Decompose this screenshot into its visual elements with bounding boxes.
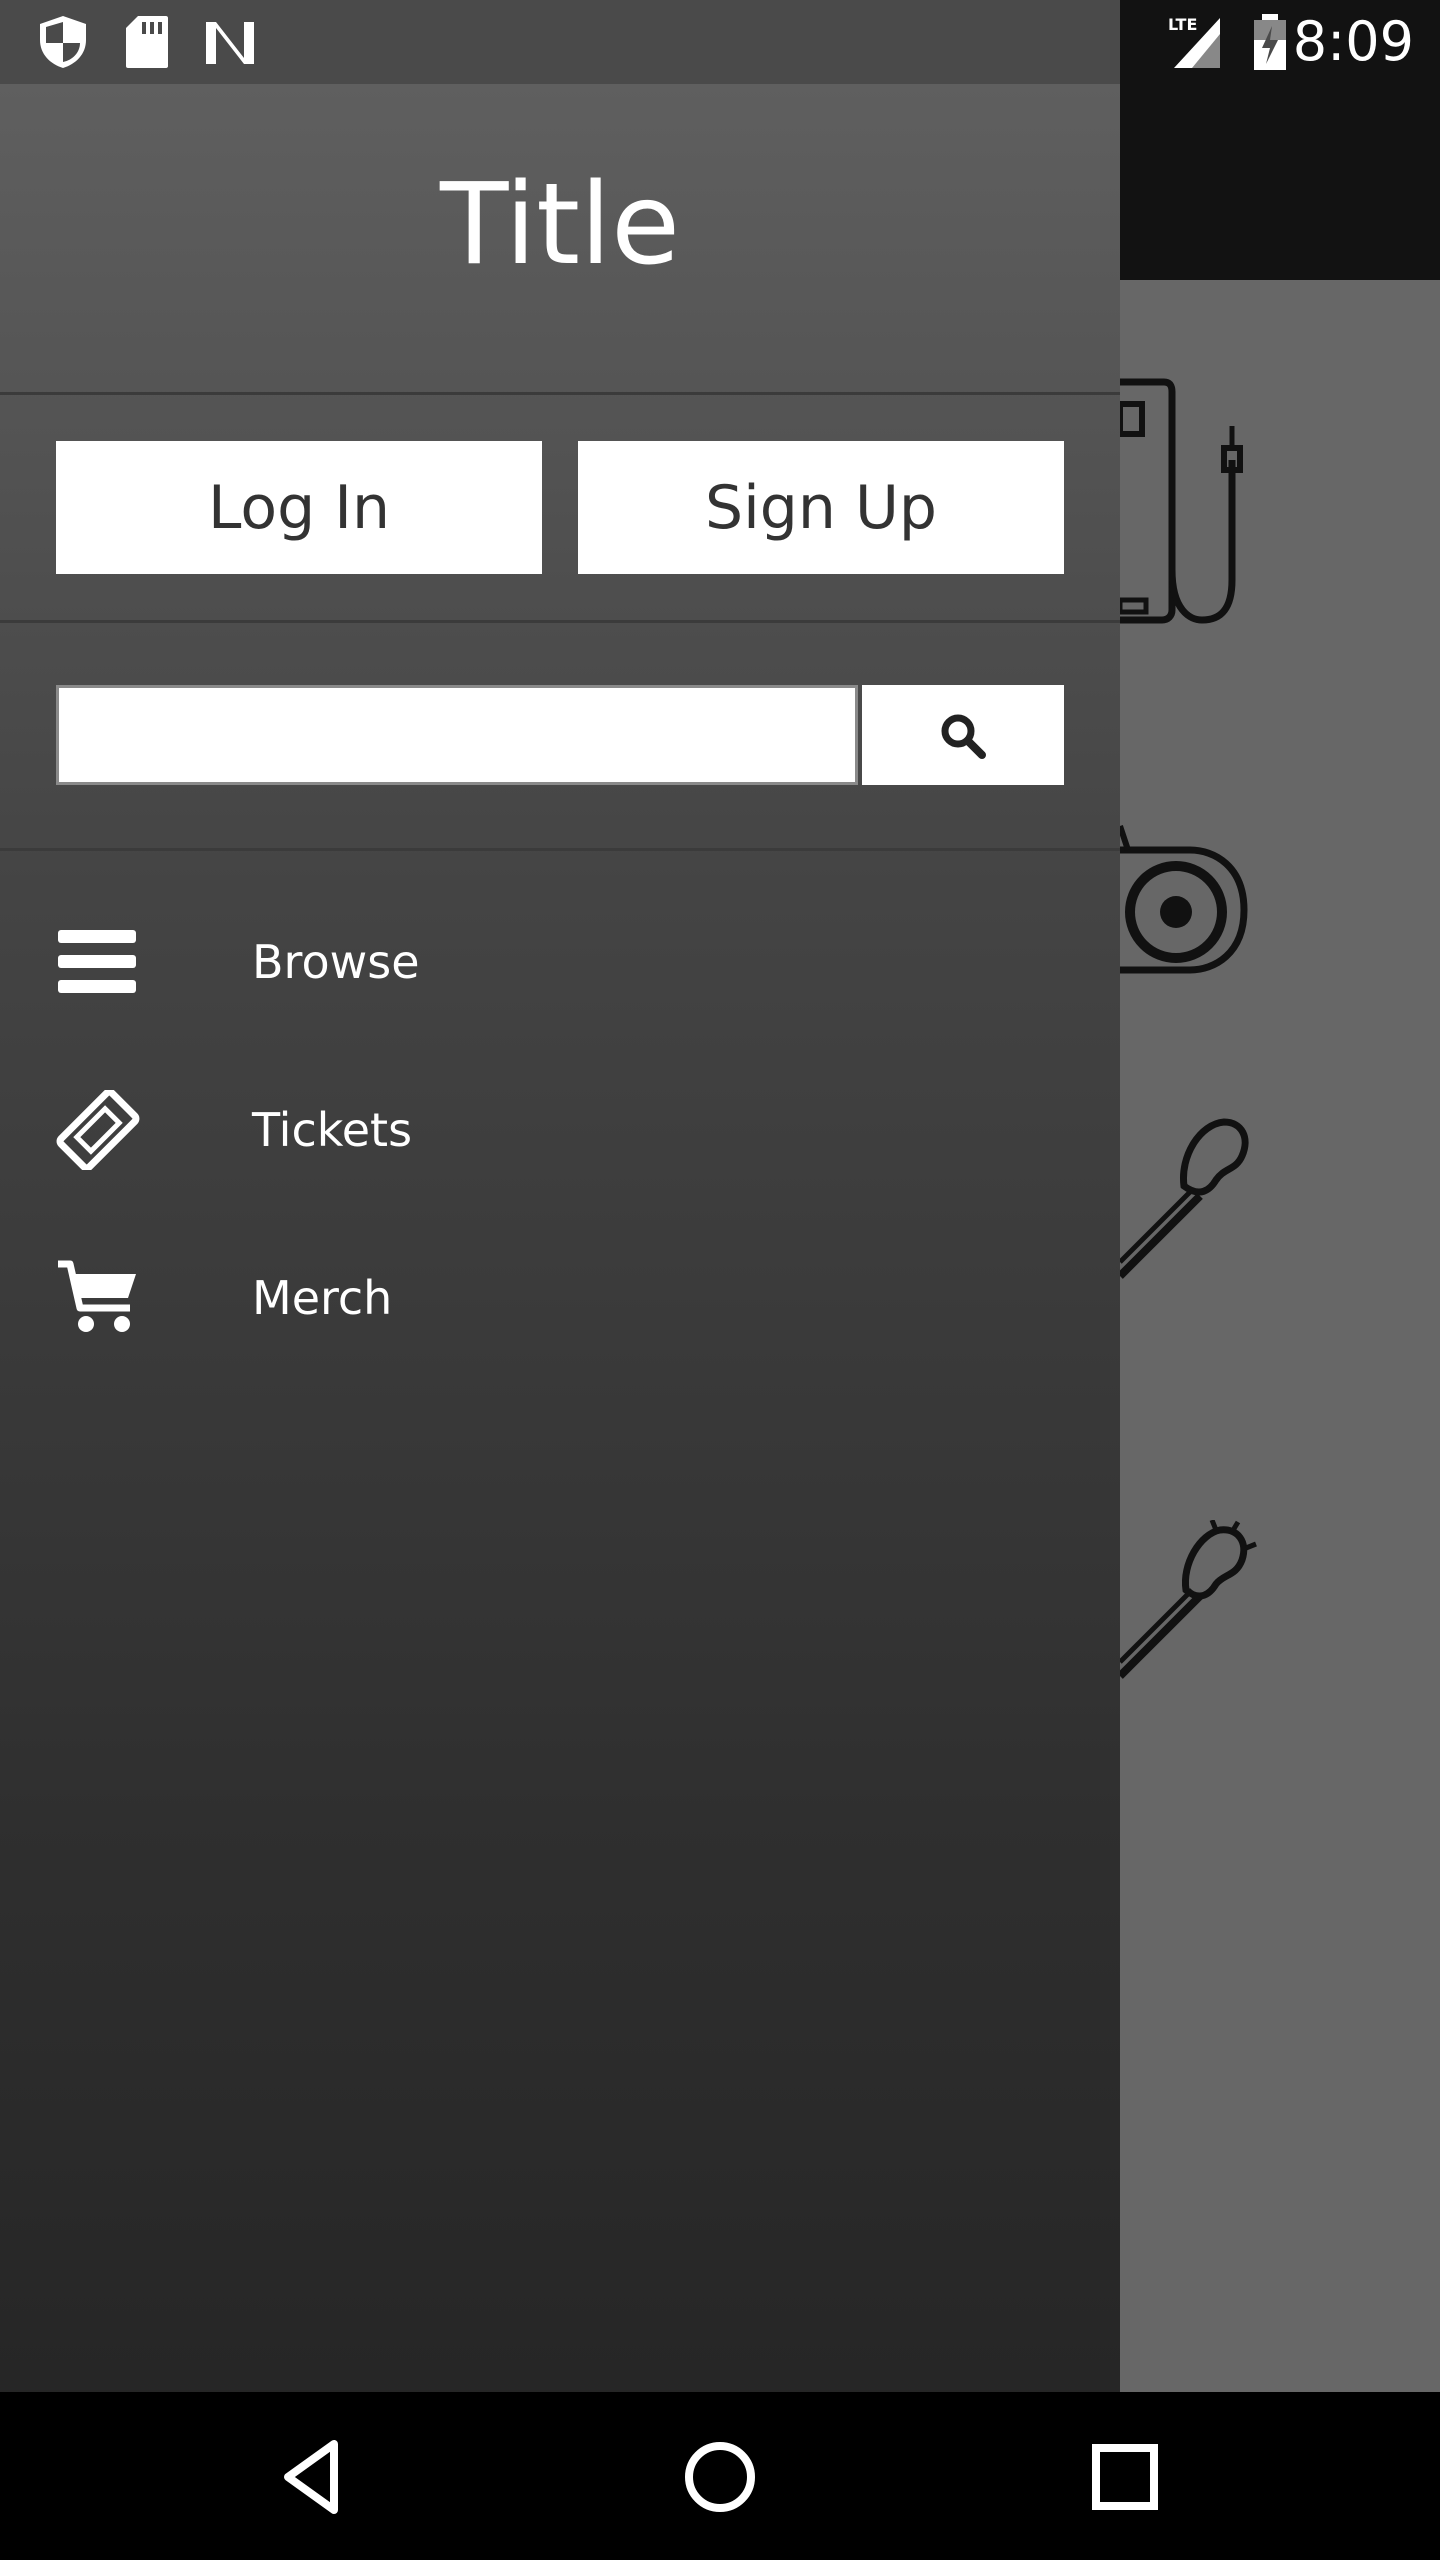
network-type-label: LTE <box>1168 15 1197 34</box>
signal-icon: LTE <box>1168 15 1220 68</box>
search-button[interactable] <box>862 685 1064 785</box>
search-icon <box>941 714 986 759</box>
battery-charging-icon <box>1254 14 1286 70</box>
system-nav-bar <box>0 2392 1440 2560</box>
speaker-icon <box>1120 825 1248 974</box>
drawer-title: Title <box>439 160 681 290</box>
divider <box>0 392 1120 395</box>
nav-item-tickets[interactable]: Tickets <box>0 1060 1120 1200</box>
sd-card-icon <box>126 16 168 68</box>
ticket-icon <box>56 1090 140 1170</box>
nav-item-label: Browse <box>252 935 420 989</box>
menu-icon <box>58 930 136 993</box>
signup-button[interactable]: Sign Up <box>578 441 1064 574</box>
nav-item-merch[interactable]: Merch <box>0 1228 1120 1368</box>
nav-item-label: Merch <box>252 1271 393 1325</box>
nav-item-browse[interactable]: Browse <box>0 892 1120 1032</box>
guitar-icon <box>1120 1520 1257 1679</box>
n-logo-icon <box>206 22 254 64</box>
nav-item-label: Tickets <box>252 1103 413 1157</box>
login-button[interactable]: Log In <box>56 441 542 574</box>
recents-icon[interactable] <box>1080 2432 1170 2522</box>
search-input[interactable] <box>56 685 858 785</box>
back-icon[interactable] <box>272 2432 362 2522</box>
shield-icon <box>40 16 86 68</box>
guitar-icon <box>1120 1118 1249 1279</box>
app-toolbar <box>1120 84 1440 280</box>
status-bar: LTE 8:09 <box>0 0 1440 84</box>
home-icon[interactable] <box>675 2432 765 2522</box>
navigation-drawer: Title Log In Sign Up Browse Tickets Merc… <box>0 84 1120 2392</box>
divider <box>0 848 1120 851</box>
divider <box>0 620 1120 623</box>
cart-icon <box>58 1260 136 1332</box>
clock: 8:09 <box>1292 10 1414 73</box>
amplifier-icon <box>1120 378 1243 624</box>
